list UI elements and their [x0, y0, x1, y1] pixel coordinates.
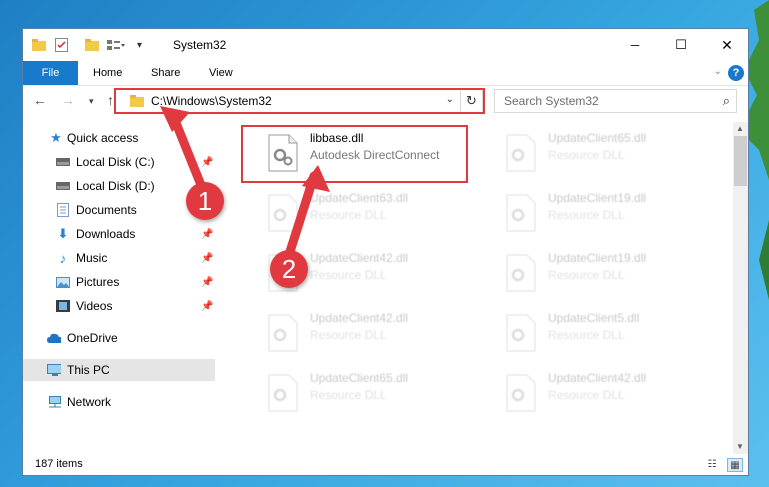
videos-icon — [56, 300, 70, 312]
pin-icon[interactable]: 📌 — [201, 277, 213, 288]
folder-icon — [32, 37, 46, 53]
recent-locations-icon[interactable]: ▾ — [89, 96, 94, 107]
maximize-button[interactable]: ☐ — [658, 29, 704, 61]
scroll-down-icon[interactable]: ▼ — [736, 442, 744, 451]
status-bar: 187 items ☷ ▦ — [23, 454, 748, 475]
pin-icon[interactable]: 📌 — [201, 301, 213, 312]
dll-file-icon — [506, 314, 536, 352]
cloud-icon — [47, 332, 61, 344]
dll-file-icon — [268, 194, 298, 232]
list-item[interactable]: UpdateClient19.dll Resource DLL — [498, 187, 728, 243]
search-placeholder: Search System32 — [504, 94, 599, 108]
file-name: UpdateClient63.dll — [310, 191, 409, 205]
tab-file[interactable]: File — [23, 61, 78, 85]
downloads-icon: ⬇ — [57, 226, 69, 241]
file-name: UpdateClient65.dll — [310, 371, 409, 385]
file-type: Resource DLL — [310, 268, 387, 282]
file-name: UpdateClient5.dll — [548, 311, 640, 325]
sidebar-item-downloads[interactable]: ⬇ Downloads 📌 — [23, 223, 215, 245]
sidebar-item-music[interactable]: ♪ Music 📌 — [23, 247, 215, 269]
tab-view[interactable]: View — [209, 61, 233, 85]
file-type: Resource DLL — [548, 208, 625, 222]
sidebar-item-videos[interactable]: Videos 📌 — [23, 295, 215, 317]
sidebar-item-onedrive[interactable]: OneDrive — [23, 327, 215, 349]
step-marker-two: 2 — [270, 250, 308, 288]
scrollbar-thumb[interactable] — [734, 136, 747, 186]
dll-file-icon — [506, 194, 536, 232]
file-highlight-box — [241, 125, 468, 183]
drive-icon — [56, 180, 70, 192]
list-item[interactable]: UpdateClient42.dll Resource DLL — [260, 307, 490, 363]
chevron-down-icon[interactable]: ⌄ — [714, 66, 722, 77]
properties-icon[interactable] — [55, 37, 68, 53]
dll-file-icon — [268, 314, 298, 352]
file-type: Resource DLL — [548, 328, 625, 342]
list-item[interactable]: UpdateClient63.dll Resource DLL — [260, 187, 490, 243]
list-item[interactable]: UpdateClient19.dll Resource DLL — [498, 247, 728, 303]
back-arrow-icon[interactable]: ← — [33, 92, 47, 108]
drive-icon — [56, 156, 70, 168]
up-arrow-icon[interactable]: ↑ — [107, 92, 114, 108]
large-icons-view-icon[interactable]: ▦ — [727, 458, 743, 472]
list-item[interactable]: UpdateClient42.dll Resource DLL — [498, 367, 728, 423]
search-icon: ⌕ — [722, 93, 730, 108]
forward-arrow-icon[interactable]: → — [61, 92, 75, 108]
customize-quick-access-icon[interactable]: ▾ — [137, 37, 142, 53]
new-folder-icon[interactable] — [85, 37, 99, 53]
documents-icon — [56, 203, 70, 217]
scroll-up-icon[interactable]: ▲ — [736, 124, 744, 133]
file-type: Resource DLL — [548, 388, 625, 402]
file-list: libbase.dll Autodesk DirectConnect Updat… — [238, 122, 733, 454]
pin-icon[interactable]: 📌 — [201, 157, 213, 168]
dll-file-icon — [506, 254, 536, 292]
close-button[interactable]: ✕ — [704, 29, 748, 61]
pin-icon[interactable]: 📌 — [201, 229, 213, 240]
view-options-icon[interactable] — [107, 37, 125, 53]
window-title: System32 — [173, 38, 227, 52]
help-button[interactable]: ? — [728, 65, 744, 81]
dll-file-icon — [268, 374, 298, 412]
title-bar: ▾ System32 ─ ☐ ✕ — [23, 29, 748, 61]
dll-file-icon — [506, 374, 536, 412]
list-item[interactable]: UpdateClient5.dll Resource DLL — [498, 307, 728, 363]
vertical-scrollbar[interactable]: ▲ ▼ — [733, 122, 748, 454]
file-name: UpdateClient42.dll — [310, 311, 409, 325]
search-input[interactable]: Search System32 ⌕ — [494, 89, 737, 113]
details-view-icon[interactable]: ☷ — [705, 458, 719, 470]
tab-home[interactable]: Home — [93, 61, 122, 85]
tab-share[interactable]: Share — [151, 61, 180, 85]
file-type: Resource DLL — [310, 208, 387, 222]
sidebar-item-pictures[interactable]: Pictures 📌 — [23, 271, 215, 293]
file-name: UpdateClient65.dll — [548, 131, 647, 145]
file-type: Resource DLL — [548, 148, 625, 162]
network-icon — [47, 396, 61, 408]
music-icon: ♪ — [59, 250, 67, 266]
list-item[interactable]: UpdateClient65.dll Resource DLL — [260, 367, 490, 423]
step-marker-one: 1 — [186, 182, 224, 220]
file-explorer-window: ▾ System32 ─ ☐ ✕ File Home Share View ⌄ … — [22, 28, 749, 476]
address-highlight-box — [114, 88, 485, 114]
star-icon: ★ — [50, 130, 62, 145]
file-type: Resource DLL — [548, 268, 625, 282]
dll-file-icon — [506, 134, 536, 172]
minimize-button[interactable]: ─ — [612, 29, 658, 61]
sidebar-item-local-disk-c[interactable]: Local Disk (C:) 📌 — [23, 151, 215, 173]
item-count: 187 items — [35, 458, 83, 470]
navigation-pane: ★ Quick access Local Disk (C:) 📌 Local D… — [23, 122, 215, 454]
sidebar-item-network[interactable]: Network — [23, 391, 215, 413]
ribbon-tabs: File Home Share View ⌄ ? — [23, 61, 748, 86]
file-name: UpdateClient42.dll — [310, 251, 409, 265]
file-type: Resource DLL — [310, 328, 387, 342]
computer-icon — [47, 364, 61, 376]
file-name: UpdateClient42.dll — [548, 371, 647, 385]
file-name: UpdateClient19.dll — [548, 191, 647, 205]
file-type: Resource DLL — [310, 388, 387, 402]
sidebar-item-quick-access[interactable]: ★ Quick access — [23, 127, 215, 149]
file-name: UpdateClient19.dll — [548, 251, 647, 265]
pin-icon[interactable]: 📌 — [201, 253, 213, 264]
sidebar-item-this-pc[interactable]: This PC — [23, 359, 215, 381]
pictures-icon — [56, 276, 70, 288]
navigation-bar: ← → ▾ ↑ C:\Windows\System32 ⌄ ↻ Search S… — [23, 86, 748, 116]
list-item[interactable]: UpdateClient65.dll Resource DLL — [498, 127, 728, 183]
